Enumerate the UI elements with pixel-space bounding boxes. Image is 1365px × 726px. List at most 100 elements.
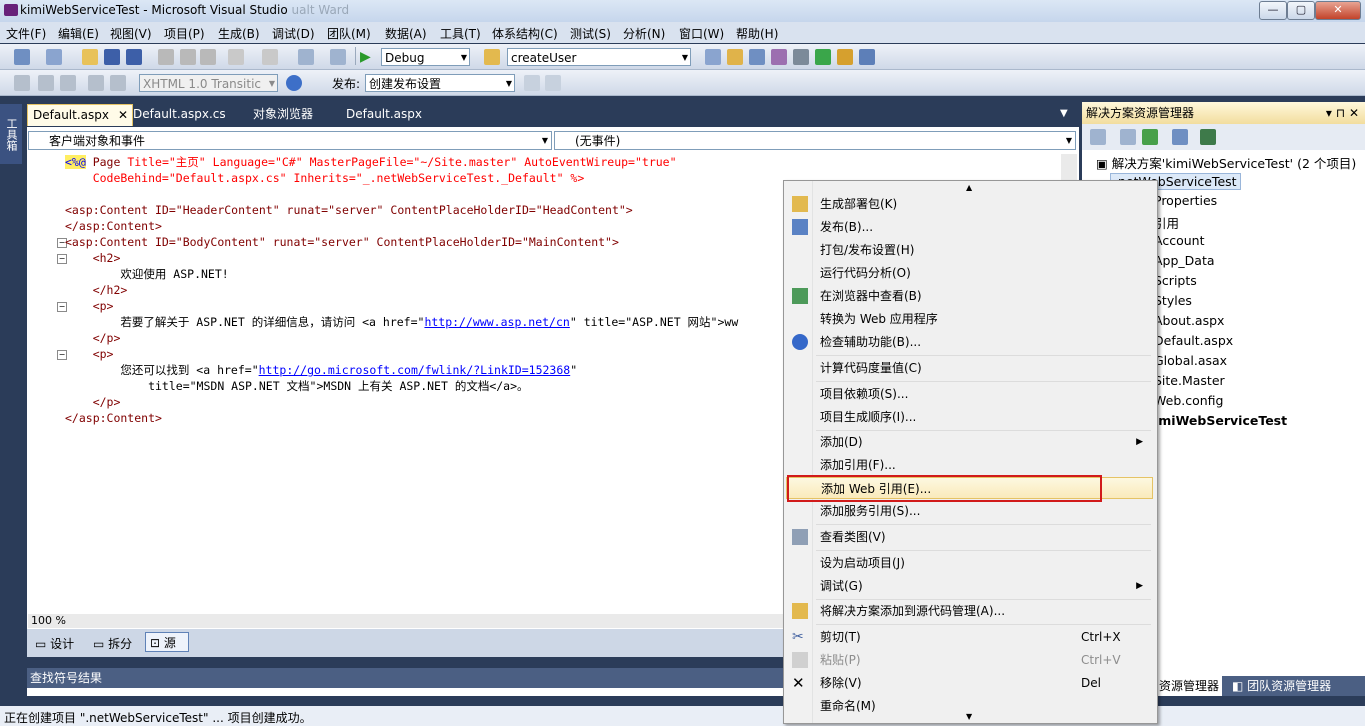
menu-tools[interactable]: 工具(T) [440,25,481,42]
tab-overflow-icon[interactable]: ▼ [1060,108,1068,119]
command-window-icon[interactable] [859,49,875,65]
tree-item-account[interactable]: Account [1154,233,1204,248]
tab-default-aspx-2[interactable]: Default.aspx [341,104,422,125]
minimize-button[interactable]: — [1259,1,1287,20]
tree-item-site-master[interactable]: Site.Master [1154,373,1225,388]
tree-item-global[interactable]: Global.asax [1154,353,1227,368]
object-browser-icon[interactable] [749,49,765,65]
menu-help[interactable]: 帮助(H) [736,25,778,42]
menu-debug[interactable]: 调试(G) ▶ [786,575,1153,597]
tree-item-scripts[interactable]: Scripts [1154,273,1197,288]
refresh-icon[interactable] [1142,129,1158,145]
menu-add[interactable]: 添加(D) ▶ [786,431,1153,453]
uncomment-icon[interactable] [110,75,126,91]
menu-data[interactable]: 数据(A) [385,25,427,42]
zoom-level[interactable]: 100 % [31,614,66,627]
menu-cut[interactable]: ✂ 剪切(T) Ctrl+X [786,626,1153,648]
tab-object-browser[interactable]: 对象浏览器 [248,104,313,125]
menu-view[interactable]: 视图(V) [110,25,152,42]
start-debugging-icon[interactable]: ▶ [360,49,376,65]
view-class-icon[interactable] [1172,129,1188,145]
tree-item-app-data[interactable]: App_Data [1154,253,1215,268]
copy-icon[interactable] [180,49,196,65]
menu-build-deployment-package[interactable]: 生成部署包(K) [786,193,1153,215]
extension-icon[interactable] [837,49,853,65]
scroll-up-icon[interactable]: ▲ [966,183,972,192]
menu-test[interactable]: 测试(S) [570,25,611,42]
menu-team[interactable]: 团队(M) [327,25,371,42]
tab-team-explorer[interactable]: ◧ 团队资源管理器 [1232,676,1331,696]
menu-view-class-diagram[interactable]: 查看类图(V) [786,526,1153,548]
publish-combo[interactable]: 创建发布设置 ▼ [365,74,515,92]
tab-close-icon[interactable]: ✕ [118,105,128,126]
menu-add-to-source-control[interactable]: 将解决方案添加到源代码管理(A)... [786,600,1153,622]
menu-package-settings[interactable]: 打包/发布设置(H) [786,239,1153,261]
find-in-files-icon[interactable] [484,49,500,65]
menu-project[interactable]: 项目(P) [164,25,205,42]
close-button[interactable]: ✕ [1315,1,1361,20]
indent-icon[interactable] [60,75,76,91]
maximize-button[interactable]: ▢ [1287,1,1315,20]
menu-check-accessibility[interactable]: 检查辅助功能(B)... [786,331,1153,353]
project-node-2[interactable]: imiWebServiceTest [1154,413,1287,428]
cut-toolbar-icon[interactable] [158,49,174,65]
menu-add-service-reference[interactable]: 添加服务引用(S)... [786,500,1153,522]
menu-project-dependencies[interactable]: 项目依赖项(S)... [786,383,1153,405]
publish-settings-icon[interactable] [545,75,561,91]
import-icon[interactable] [815,49,831,65]
save-icon[interactable] [104,49,120,65]
tab-solution-explorer[interactable]: 资源管理器 [1156,676,1223,696]
source-view-button[interactable]: ⊡ 源 [145,632,189,652]
undo-icon[interactable] [228,49,244,65]
menu-build[interactable]: 生成(B) [218,25,260,42]
new-project-icon[interactable] [14,49,30,65]
navigate-back-icon[interactable] [298,49,314,65]
save-all-icon[interactable] [126,49,142,65]
design-view-button[interactable]: ▭ 设计 [35,635,74,652]
validation-icon[interactable] [286,75,302,91]
solution-explorer-icon[interactable] [705,49,721,65]
paste-toolbar-icon[interactable] [200,49,216,65]
menu-publish[interactable]: 发布(B)... [786,216,1153,238]
navigate-forward-icon[interactable] [330,49,346,65]
menu-edit[interactable]: 编辑(E) [58,25,99,42]
menu-build-order[interactable]: 项目生成顺序(I)... [786,406,1153,428]
tools-icon[interactable] [793,49,809,65]
menu-architecture[interactable]: 体系结构(C) [492,25,558,42]
menu-add-reference[interactable]: 添加引用(F)... [786,454,1153,476]
tree-item-properties[interactable]: Properties [1154,193,1217,208]
menu-analyze[interactable]: 分析(N) [623,25,665,42]
solution-config-combo[interactable]: Debug ▼ [381,48,470,66]
events-combo[interactable]: (无事件) ▼ [554,131,1076,150]
menu-convert-web-app[interactable]: 转换为 Web 应用程序 [786,308,1153,330]
find-combo[interactable]: createUser ▼ [507,48,691,66]
tree-item-styles[interactable]: Styles [1154,293,1192,308]
toolbox-toolbar-icon[interactable] [771,49,787,65]
outdent-icon[interactable] [38,75,54,91]
tab-default-aspx[interactable]: Default.aspx ✕ [27,104,133,126]
schema-combo[interactable]: XHTML 1.0 Transitic ▼ [139,74,278,92]
properties-pane-icon[interactable] [1120,129,1136,145]
open-folder-icon[interactable] [82,49,98,65]
copy-website-icon[interactable] [1200,129,1216,145]
redo-icon[interactable] [262,49,278,65]
tree-item-default[interactable]: Default.aspx [1154,333,1233,348]
solution-node[interactable]: ▣ 解决方案'kimiWebServiceTest' (2 个项目) [1096,153,1356,172]
scroll-down-icon[interactable]: ▼ [966,712,972,721]
menu-remove[interactable]: ✕ 移除(V) Del [786,672,1153,694]
panel-controls-icon[interactable]: ▾ ⊓ ✕ [1326,102,1359,124]
asp-net-link[interactable]: http://www.asp.net/cn [424,315,569,329]
split-view-button[interactable]: ▭ 拆分 [93,635,132,652]
tree-item-about[interactable]: About.aspx [1154,313,1224,328]
client-objects-combo[interactable]: 客户端对象和事件 ▼ [28,131,552,150]
publish-web-icon[interactable] [524,75,540,91]
tab-default-aspx-cs[interactable]: Default.aspx.cs [128,104,226,125]
comment-icon[interactable] [88,75,104,91]
menu-view-in-browser[interactable]: 在浏览器中查看(B) [786,285,1153,307]
menu-set-startup[interactable]: 设为启动项目(J) [786,552,1153,574]
menu-file[interactable]: 文件(F) [6,25,46,42]
find-symbol-results-header[interactable]: 查找符号结果 [27,668,786,688]
show-all-files-icon[interactable] [1090,129,1106,145]
menu-run-code-analysis[interactable]: 运行代码分析(O) [786,262,1153,284]
toolbox-side-tab[interactable]: 工具箱 [0,104,22,164]
